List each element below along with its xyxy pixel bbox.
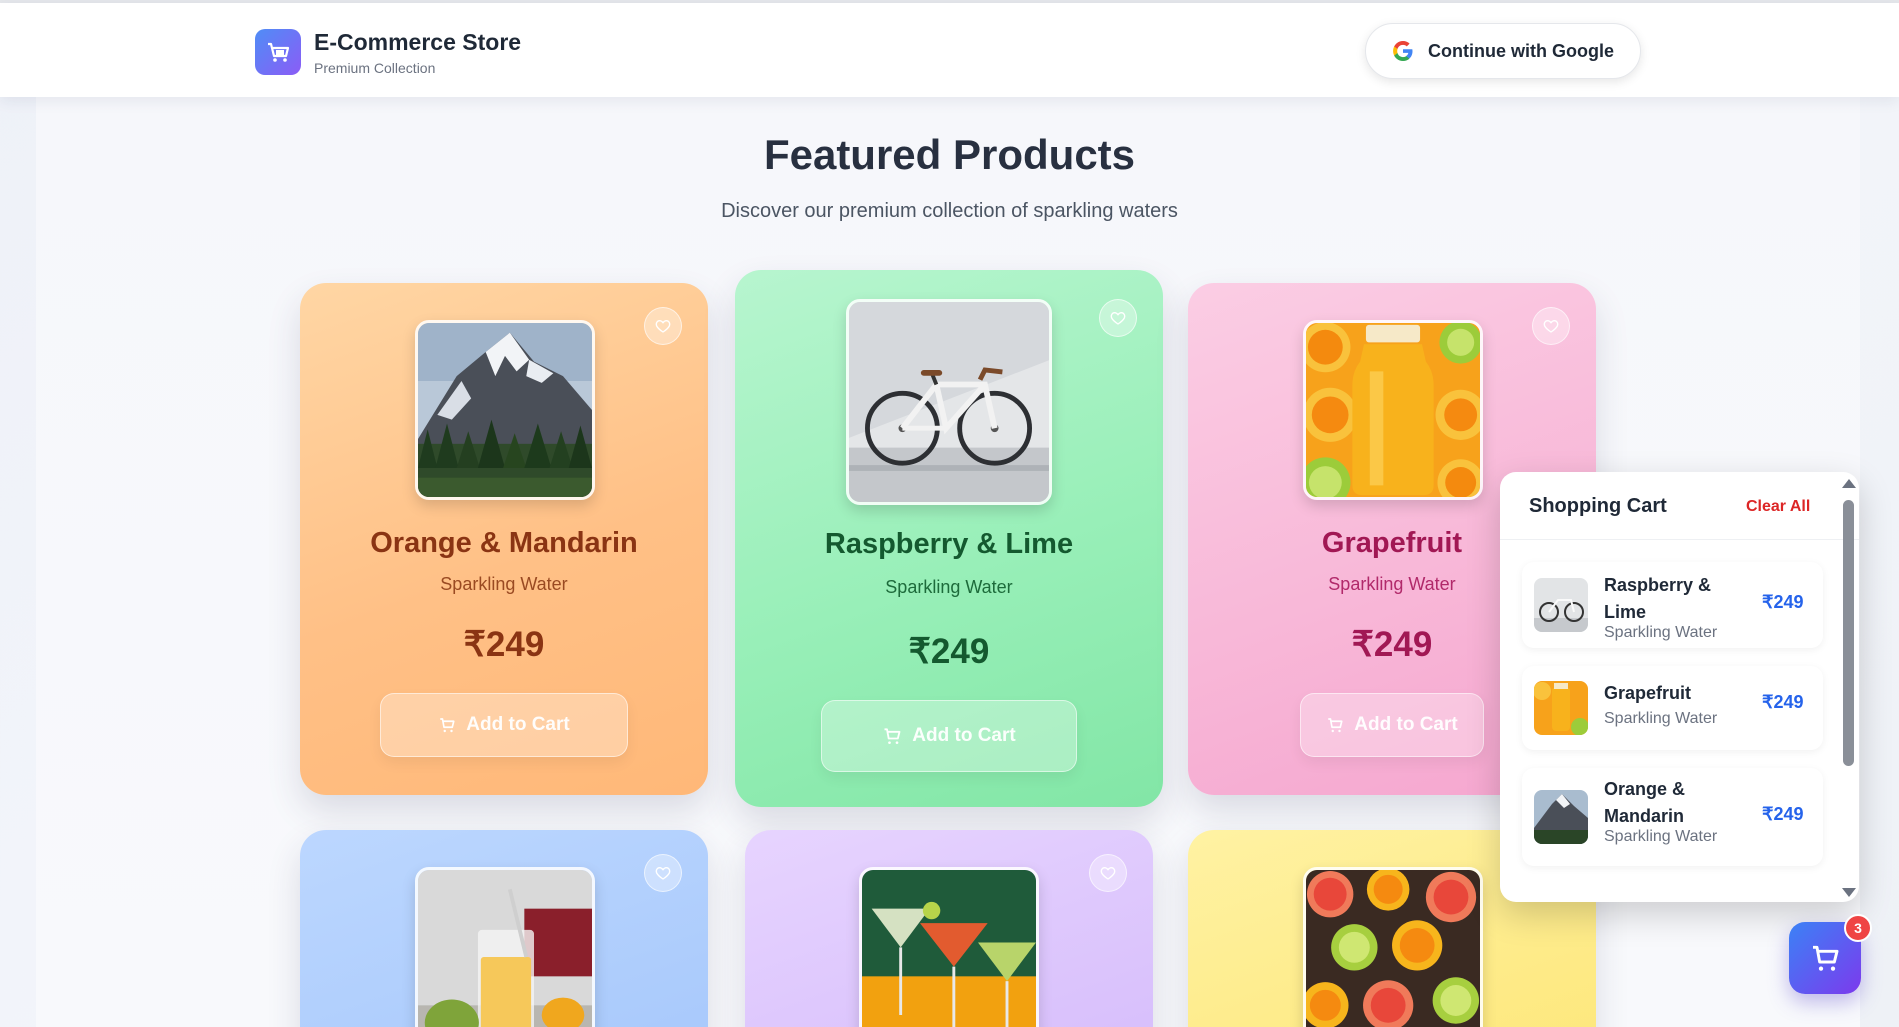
product-name: Orange & Mandarin [370, 527, 638, 559]
product-image [1303, 320, 1483, 500]
cart-icon [440, 718, 455, 733]
product-card[interactable]: Raspberry & Lime Sparkling Water ₹249 Ad… [735, 270, 1163, 807]
scroll-down-arrow-icon[interactable] [1842, 888, 1856, 897]
google-signin-button[interactable]: Continue with Google [1365, 23, 1641, 79]
add-to-cart-label: Add to Cart [1354, 714, 1458, 735]
google-icon [1393, 41, 1413, 61]
wishlist-button[interactable] [1532, 307, 1570, 345]
cart-icon [884, 728, 901, 744]
wishlist-button[interactable] [644, 854, 682, 892]
scroll-up-arrow-icon[interactable] [1842, 479, 1856, 488]
cart-item-category: Sparkling Water [1604, 624, 1718, 641]
scrollbar-thumb[interactable] [1843, 500, 1854, 766]
site-header: E-Commerce Store Premium Collection Cont… [0, 3, 1899, 97]
product-card[interactable] [745, 830, 1153, 1027]
page-title: Featured Products [763, 131, 1136, 178]
cart-scrollbar[interactable] [1838, 476, 1858, 902]
product-image [415, 867, 595, 1027]
cart-item[interactable]: Grapefruit Sparkling Water ₹249 [1522, 666, 1823, 750]
product-image [415, 320, 595, 500]
add-to-cart-button[interactable]: Add to Cart [380, 693, 628, 757]
heart-icon [1100, 866, 1116, 880]
cart-item-thumbnail [1534, 790, 1588, 844]
product-image [859, 867, 1039, 1027]
product-price: ₹249 [463, 625, 545, 664]
product-category: Sparkling Water [440, 574, 568, 594]
cart-title: Shopping Cart [1529, 495, 1667, 517]
product-card[interactable]: Orange & Mandarin Sparkling Water ₹249 A… [300, 283, 708, 795]
heart-icon [655, 866, 671, 880]
add-to-cart-label: Add to Cart [466, 714, 570, 735]
cart-item-thumbnail [1534, 681, 1588, 735]
product-price: ₹249 [908, 632, 990, 671]
cart-header: Shopping Cart Clear All [1500, 472, 1859, 540]
brand-subtitle: Premium Collection [314, 60, 436, 76]
shopping-cart-icon [1813, 945, 1839, 971]
wishlist-button[interactable] [1099, 299, 1137, 337]
brand-name: E-Commerce Store [314, 29, 522, 55]
shop-icon [268, 42, 290, 62]
heart-icon [1543, 319, 1559, 333]
cart-item-category: Sparkling Water [1604, 828, 1718, 845]
shopping-cart-panel: Shopping Cart Clear All Raspberry & Lime… [1500, 472, 1859, 902]
heart-icon [1110, 311, 1126, 325]
store-logo[interactable] [255, 29, 301, 75]
cart-item-name: Grapefruit [1604, 683, 1692, 703]
cart-item-name: Raspberry & Lime [1604, 575, 1712, 622]
cart-icon [1328, 718, 1343, 733]
cart-item-price: ₹249 [1762, 804, 1804, 824]
add-to-cart-button[interactable]: Add to Cart [1300, 693, 1484, 757]
cart-count-badge: 3 [1844, 914, 1872, 942]
product-image [1303, 867, 1483, 1027]
cart-item[interactable]: Raspberry & Lime Sparkling Water ₹249 [1522, 562, 1823, 648]
cart-item-category: Sparkling Water [1604, 710, 1718, 727]
product-category: Sparkling Water [885, 577, 1013, 597]
wishlist-button[interactable] [1089, 854, 1127, 892]
cart-item-price: ₹249 [1762, 692, 1804, 712]
clear-all-button[interactable]: Clear All [1746, 498, 1810, 516]
google-button-label: Continue with Google [1428, 40, 1614, 61]
product-card[interactable] [300, 830, 708, 1027]
add-to-cart-label: Add to Cart [912, 725, 1016, 746]
page-subtitle: Discover our premium collection of spark… [721, 200, 1178, 222]
cart-item[interactable]: Orange & Mandarin Sparkling Water ₹249 [1522, 768, 1823, 866]
cart-item-name: Orange & Mandarin [1604, 779, 1686, 826]
product-image [846, 299, 1052, 505]
wishlist-button[interactable] [644, 307, 682, 345]
product-name: Raspberry & Lime [824, 528, 1074, 560]
add-to-cart-button[interactable]: Add to Cart [821, 700, 1077, 772]
cart-item-thumbnail [1534, 578, 1588, 632]
cart-item-price: ₹249 [1762, 592, 1804, 612]
heart-icon [655, 319, 671, 333]
